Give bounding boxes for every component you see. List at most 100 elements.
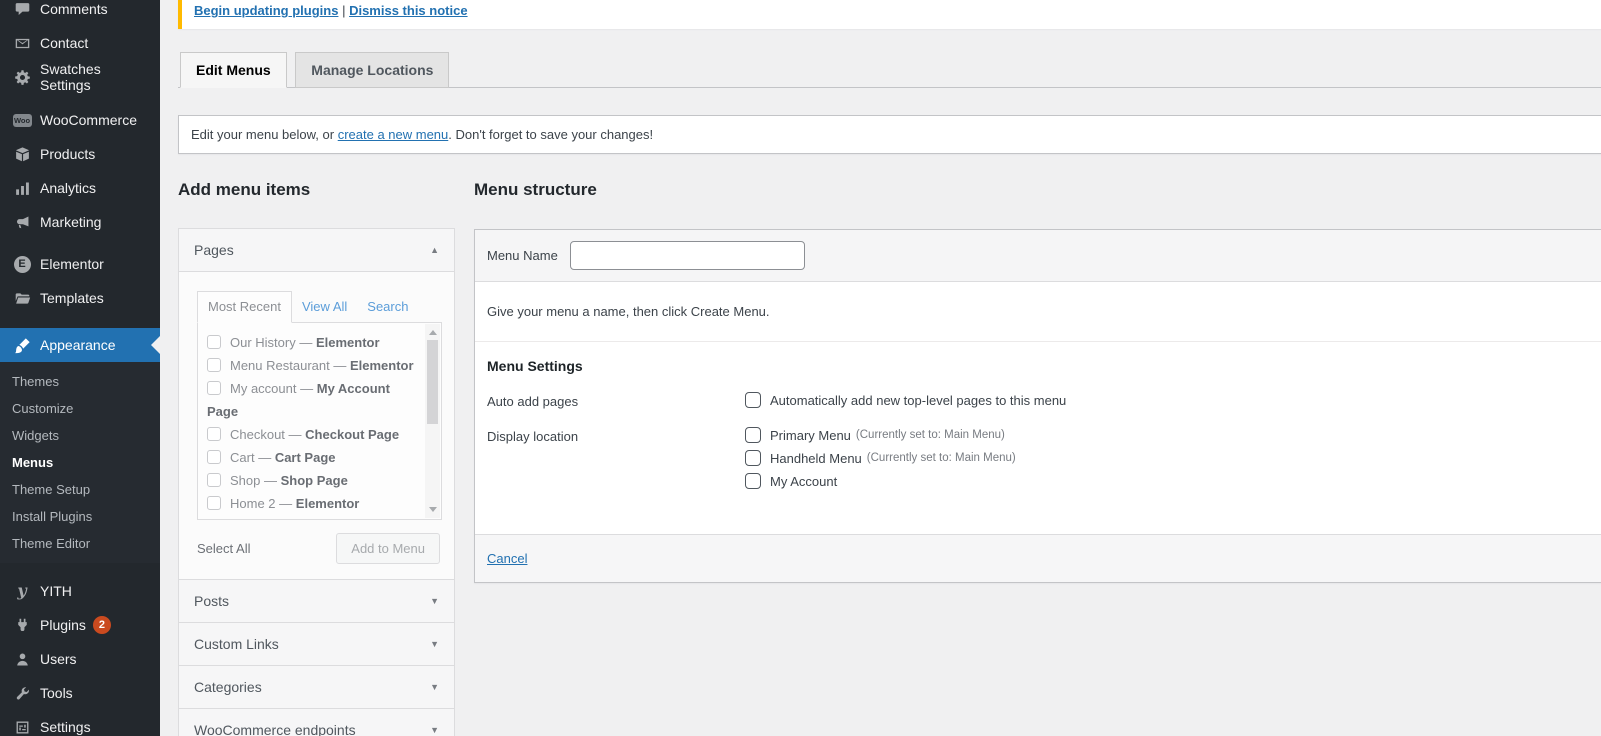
page-checkbox-item[interactable]: Our History — Elementor xyxy=(207,331,415,354)
nav-tab-bar: Edit Menus Manage Locations xyxy=(178,52,1601,88)
sidebar-item-elementor[interactable]: E Elementor xyxy=(0,247,160,281)
plugin-update-notice: Begin updating plugins | Dismiss this no… xyxy=(178,0,1601,29)
checkbox[interactable] xyxy=(207,450,221,464)
create-new-menu-link[interactable]: create a new menu xyxy=(338,127,449,142)
mail-icon xyxy=(12,33,32,53)
sidebar-item-settings[interactable]: Settings xyxy=(0,710,160,736)
menu-settings-section: Menu Settings Auto add pages Automatical… xyxy=(475,342,1601,534)
woocommerce-endpoints-accordion-header[interactable]: WooCommerce endpoints ▼ xyxy=(179,709,454,736)
sidebar-item-label: Settings xyxy=(40,719,91,735)
select-all-link[interactable]: Select All xyxy=(197,541,250,556)
dismiss-notice-link[interactable]: Dismiss this notice xyxy=(349,3,467,18)
categories-accordion-section: Categories ▼ xyxy=(178,665,455,709)
sidebar-item-woocommerce[interactable]: Woo WooCommerce xyxy=(0,103,160,137)
scrollbar xyxy=(425,324,440,518)
pages-accordion-header[interactable]: Pages ▲ xyxy=(179,229,454,271)
add-to-menu-button[interactable]: Add to Menu xyxy=(336,533,440,564)
checkbox[interactable] xyxy=(207,427,221,441)
menu-settings-title: Menu Settings xyxy=(487,358,1590,374)
page-checkbox-item[interactable]: Cart — Cart Page xyxy=(207,446,415,469)
checkbox[interactable] xyxy=(745,473,761,489)
gear-icon xyxy=(12,67,32,87)
sidebar-item-users[interactable]: Users xyxy=(0,642,160,676)
scroll-down-arrow[interactable] xyxy=(429,507,437,512)
sidebar-item-marketing[interactable]: Marketing xyxy=(0,205,160,239)
posts-accordion-header[interactable]: Posts ▼ xyxy=(179,580,454,622)
scrollbar-thumb[interactable] xyxy=(427,340,438,424)
submenu-item-widgets[interactable]: Widgets xyxy=(0,422,160,449)
checkbox-label: Handheld Menu xyxy=(770,451,862,466)
add-menu-items-column: Add menu items Pages ▲ Most Recent View … xyxy=(178,154,455,736)
sidebar-item-tools[interactable]: Tools xyxy=(0,676,160,710)
checkbox[interactable] xyxy=(745,427,761,443)
page-checkbox-item[interactable]: Menu Restaurant — Elementor xyxy=(207,354,415,377)
pages-button-controls: Select All Add to Menu xyxy=(197,520,442,577)
sidebar-separator xyxy=(0,315,160,328)
checkbox[interactable] xyxy=(207,358,221,372)
sidebar-item-label: Tools xyxy=(40,685,73,701)
checkbox[interactable] xyxy=(207,381,221,395)
custom-links-accordion-section: Custom Links ▼ xyxy=(178,622,455,666)
menu-name-input[interactable] xyxy=(570,241,805,270)
instruction-text: Edit your menu below, or xyxy=(191,127,338,142)
sidebar-item-yith[interactable]: y YITH xyxy=(0,574,160,608)
products-box-icon xyxy=(12,144,32,164)
checkbox[interactable] xyxy=(207,473,221,487)
begin-updating-plugins-link[interactable]: Begin updating plugins xyxy=(194,3,338,18)
my-account-option[interactable]: My Account xyxy=(745,473,1016,489)
checkbox[interactable] xyxy=(745,392,761,408)
pages-list-panel: Our History — Elementor Menu Restaurant … xyxy=(197,322,442,520)
page-checkbox-item[interactable]: Checkout — Checkout Page xyxy=(207,423,415,446)
submenu-item-customize[interactable]: Customize xyxy=(0,395,160,422)
checkbox[interactable] xyxy=(207,496,221,510)
page-checkbox-item[interactable]: Home 2 — Elementor xyxy=(207,492,415,515)
tab-view-all[interactable]: View All xyxy=(292,292,357,322)
auto-add-pages-option[interactable]: Automatically add new top-level pages to… xyxy=(745,392,1066,408)
submenu-item-install-plugins[interactable]: Install Plugins xyxy=(0,503,160,530)
scroll-up-arrow[interactable] xyxy=(429,330,437,335)
categories-accordion-header[interactable]: Categories ▼ xyxy=(179,666,454,708)
posts-accordion-section: Posts ▼ xyxy=(178,579,455,623)
sidebar-item-swatches-settings[interactable]: Swatches Settings xyxy=(0,60,160,94)
submenu-item-themes[interactable]: Themes xyxy=(0,368,160,395)
handheld-menu-option[interactable]: Handheld Menu (Currently set to: Main Me… xyxy=(745,450,1016,466)
location-note: (Currently set to: Main Menu) xyxy=(856,429,1005,441)
sidebar-item-label: Products xyxy=(40,146,95,162)
sidebar-item-products[interactable]: Products xyxy=(0,137,160,171)
sidebar-item-templates[interactable]: Templates xyxy=(0,281,160,315)
tab-edit-menus[interactable]: Edit Menus xyxy=(180,52,287,88)
checkbox[interactable] xyxy=(207,335,221,349)
cancel-link[interactable]: Cancel xyxy=(487,551,527,566)
accordion-label: Custom Links xyxy=(194,636,279,652)
display-location-options: Primary Menu (Currently set to: Main Men… xyxy=(745,427,1016,496)
pages-accordion-body: Most Recent View All Search Our History … xyxy=(179,271,454,579)
sidebar-item-contact[interactable]: Contact xyxy=(0,26,160,60)
admin-sidebar: Comments Contact Swatches Settings Woo W… xyxy=(0,0,160,736)
submenu-item-menus[interactable]: Menus xyxy=(0,449,160,476)
primary-menu-option[interactable]: Primary Menu (Currently set to: Main Men… xyxy=(745,427,1016,443)
tab-most-recent[interactable]: Most Recent xyxy=(197,291,292,323)
folder-icon xyxy=(12,288,32,308)
tab-search[interactable]: Search xyxy=(357,292,418,322)
plugin-icon xyxy=(12,615,32,635)
sidebar-item-analytics[interactable]: Analytics xyxy=(0,171,160,205)
pages-filter-tabs: Most Recent View All Search xyxy=(197,291,442,322)
page-checkbox-item[interactable]: My account — My Account Page xyxy=(207,377,415,423)
custom-links-accordion-header[interactable]: Custom Links ▼ xyxy=(179,623,454,665)
sidebar-item-appearance[interactable]: Appearance xyxy=(0,328,160,362)
menu-name-label: Menu Name xyxy=(487,248,558,263)
instruction-text: . Don't forget to save your changes! xyxy=(448,127,653,142)
auto-add-pages-label: Auto add pages xyxy=(487,392,745,415)
sidebar-item-label: WooCommerce xyxy=(40,112,137,128)
sidebar-separator xyxy=(0,563,160,574)
submenu-item-theme-editor[interactable]: Theme Editor xyxy=(0,530,160,557)
display-location-label: Display location xyxy=(487,427,745,496)
checkbox[interactable] xyxy=(745,450,761,466)
location-note: (Currently set to: Main Menu) xyxy=(867,452,1016,464)
tab-manage-locations[interactable]: Manage Locations xyxy=(295,52,449,88)
sidebar-item-comments[interactable]: Comments xyxy=(0,0,160,26)
settings-sliders-icon xyxy=(12,717,32,736)
page-checkbox-item[interactable]: Shop — Shop Page xyxy=(207,469,415,492)
submenu-item-theme-setup[interactable]: Theme Setup xyxy=(0,476,160,503)
sidebar-item-plugins[interactable]: Plugins 2 xyxy=(0,608,160,642)
